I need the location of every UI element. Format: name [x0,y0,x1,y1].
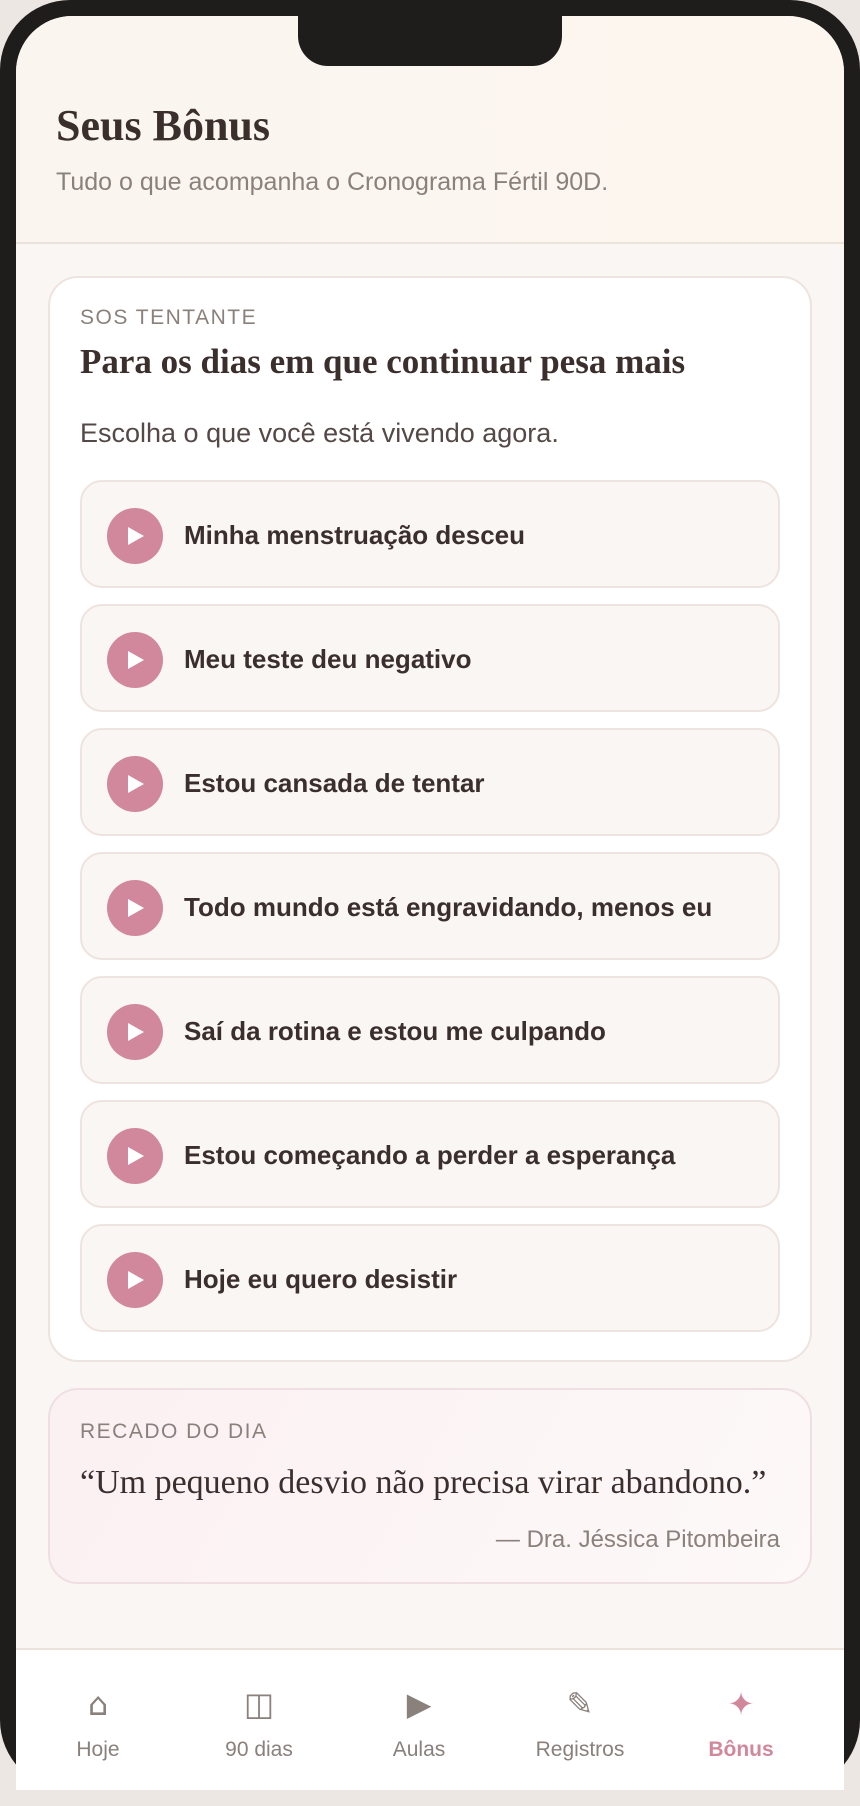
tab-90-dias[interactable]: ◫ 90 dias [179,1650,339,1790]
phone-notch [298,16,562,66]
sos-option-2[interactable]: Meu teste deu negativo [80,604,780,712]
tab-label: Registros [535,1738,625,1761]
sos-card: SOS TENTANTE Para os dias em que continu… [48,276,812,1362]
sos-option-7[interactable]: Hoje eu quero desistir [80,1224,780,1332]
sos-kicker: SOS TENTANTE [80,306,258,329]
sos-option-1[interactable]: Minha menstruação desceu [80,480,780,588]
sos-option-label: Todo mundo está engravidando, menos eu [184,892,713,922]
tab-bonus[interactable]: ✦ Bônus [661,1650,821,1790]
sos-option-label: Saí da rotina e estou me culpando [184,1016,606,1046]
play-icon [107,508,163,564]
play-icon [107,1128,163,1184]
play-icon [107,1004,163,1060]
sos-option-6[interactable]: Estou começando a perder a esperança [80,1100,780,1208]
play-icon [107,756,163,812]
tab-aulas[interactable]: ▶ Aulas [339,1650,499,1790]
sos-option-3[interactable]: Estou cansada de tentar [80,728,780,836]
play-icon [107,1252,163,1308]
sos-option-4[interactable]: Todo mundo está engravidando, menos eu [80,852,780,960]
sos-option-label: Hoje eu quero desistir [184,1264,458,1294]
play-icon: ▶ [406,1685,432,1723]
app-screen: Seus Bônus Tudo o que acompanha o Cronog… [16,16,844,1790]
tab-label: Aulas [392,1738,446,1761]
tab-label: 90 dias [225,1738,293,1761]
calendar-icon: ◫ [243,1685,275,1723]
daily-note-kicker: RECADO DO DIA [80,1420,268,1443]
tab-label: Bônus [708,1738,774,1761]
sparkle-icon: ✦ [727,1685,755,1723]
sos-option-label: Meu teste deu negativo [184,644,472,674]
sos-option-label: Minha menstruação desceu [184,520,525,550]
bottom-tab-bar: ⌂ Hoje ◫ 90 dias ▶ Aulas ✎ Registros ✦ B… [16,1648,844,1790]
tab-hoje[interactable]: ⌂ Hoje [18,1650,178,1790]
tab-label: Hoje [76,1738,120,1761]
pencil-icon: ✎ [566,1685,594,1723]
play-icon [107,632,163,688]
daily-note-card: RECADO DO DIA “Um pequeno desvio não pre… [48,1388,812,1584]
sos-option-label: Estou cansada de tentar [184,768,485,798]
daily-note-quote: “Um pequeno desvio não precisa virar aba… [80,1464,767,1501]
tab-registros[interactable]: ✎ Registros [500,1650,660,1790]
sos-option-label: Estou começando a perder a esperança [184,1140,676,1170]
daily-note-author: — Dra. Jéssica Pitombeira [495,1526,780,1553]
home-icon: ⌂ [87,1685,109,1723]
sos-option-5[interactable]: Saí da rotina e estou me culpando [80,976,780,1084]
phone-frame: Seus Bônus Tudo o que acompanha o Cronog… [0,0,860,1790]
sos-title: Para os dias em que continuar pesa mais [80,342,686,381]
page-title: Seus Bônus [56,101,271,150]
sos-lead: Escolha o que você está vivendo agora. [80,418,559,448]
page-subtitle: Tudo o que acompanha o Cronograma Fértil… [56,168,609,196]
play-icon [107,880,163,936]
